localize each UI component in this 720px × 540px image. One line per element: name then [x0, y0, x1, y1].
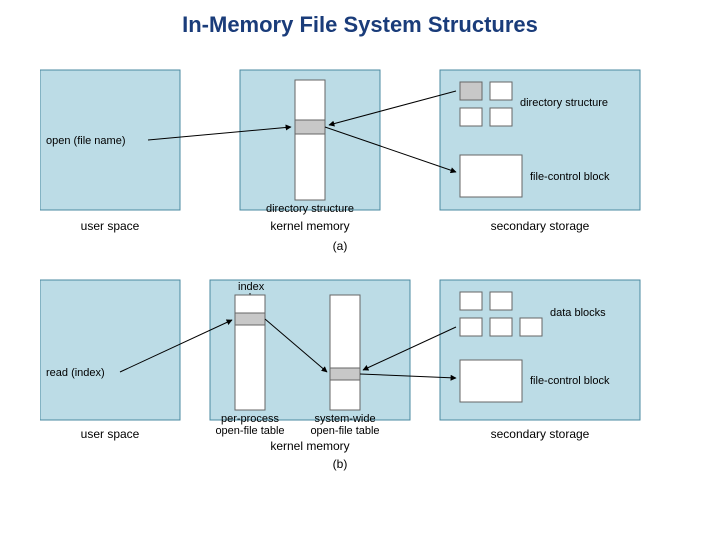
- col-storage-a: secondary storage: [491, 219, 590, 233]
- col-user-b: user space: [81, 427, 140, 441]
- data-block-2: [490, 292, 512, 310]
- system-wide-label-2: open-file table: [310, 425, 379, 437]
- fcb-block-b: [460, 360, 522, 402]
- data-block-1: [460, 292, 482, 310]
- per-process-label-1: per-process: [221, 413, 280, 425]
- dir-block-1: [460, 82, 482, 100]
- col-user-a: user space: [81, 219, 140, 233]
- panel-b-user: [40, 280, 180, 420]
- data-blocks-label: data blocks: [550, 307, 606, 319]
- system-wide-table: [330, 295, 360, 410]
- diagram: open (file name) directory structure dir…: [40, 60, 680, 520]
- open-call-label: open (file name): [46, 135, 126, 147]
- data-block-5: [520, 318, 542, 336]
- per-process-label-2: open-file table: [215, 425, 284, 437]
- dir-structure-block: [295, 80, 325, 200]
- index-label: index: [238, 281, 265, 293]
- fcb-block-a: [460, 155, 522, 197]
- data-block-4: [490, 318, 512, 336]
- col-kernel-b: kernel memory: [270, 439, 349, 453]
- page-title: In-Memory File System Structures: [0, 12, 720, 38]
- col-storage-b: secondary storage: [491, 427, 590, 441]
- panel-a-tag: (a): [333, 239, 348, 253]
- dir-structure-entry: [295, 120, 325, 134]
- fcb-label-a: file-control block: [530, 171, 610, 183]
- dir-structure-label: directory structure: [266, 203, 354, 215]
- fcb-label-b: file-control block: [530, 375, 610, 387]
- per-process-table: [235, 295, 265, 410]
- storage-dir-label: directory structure: [520, 97, 608, 109]
- svg-text:per-processopen-file table: per-processopen-file table: [215, 413, 284, 437]
- dir-block-3: [460, 108, 482, 126]
- dir-block-4: [490, 108, 512, 126]
- panel-b-tag: (b): [333, 457, 348, 471]
- system-wide-entry: [330, 368, 360, 380]
- per-process-entry: [235, 313, 265, 325]
- data-block-3: [460, 318, 482, 336]
- svg-text:system-wideopen-file table: system-wideopen-file table: [310, 413, 379, 437]
- dir-block-2: [490, 82, 512, 100]
- read-call-label: read (index): [46, 367, 105, 379]
- col-kernel-a: kernel memory: [270, 219, 349, 233]
- system-wide-label-1: system-wide: [314, 413, 375, 425]
